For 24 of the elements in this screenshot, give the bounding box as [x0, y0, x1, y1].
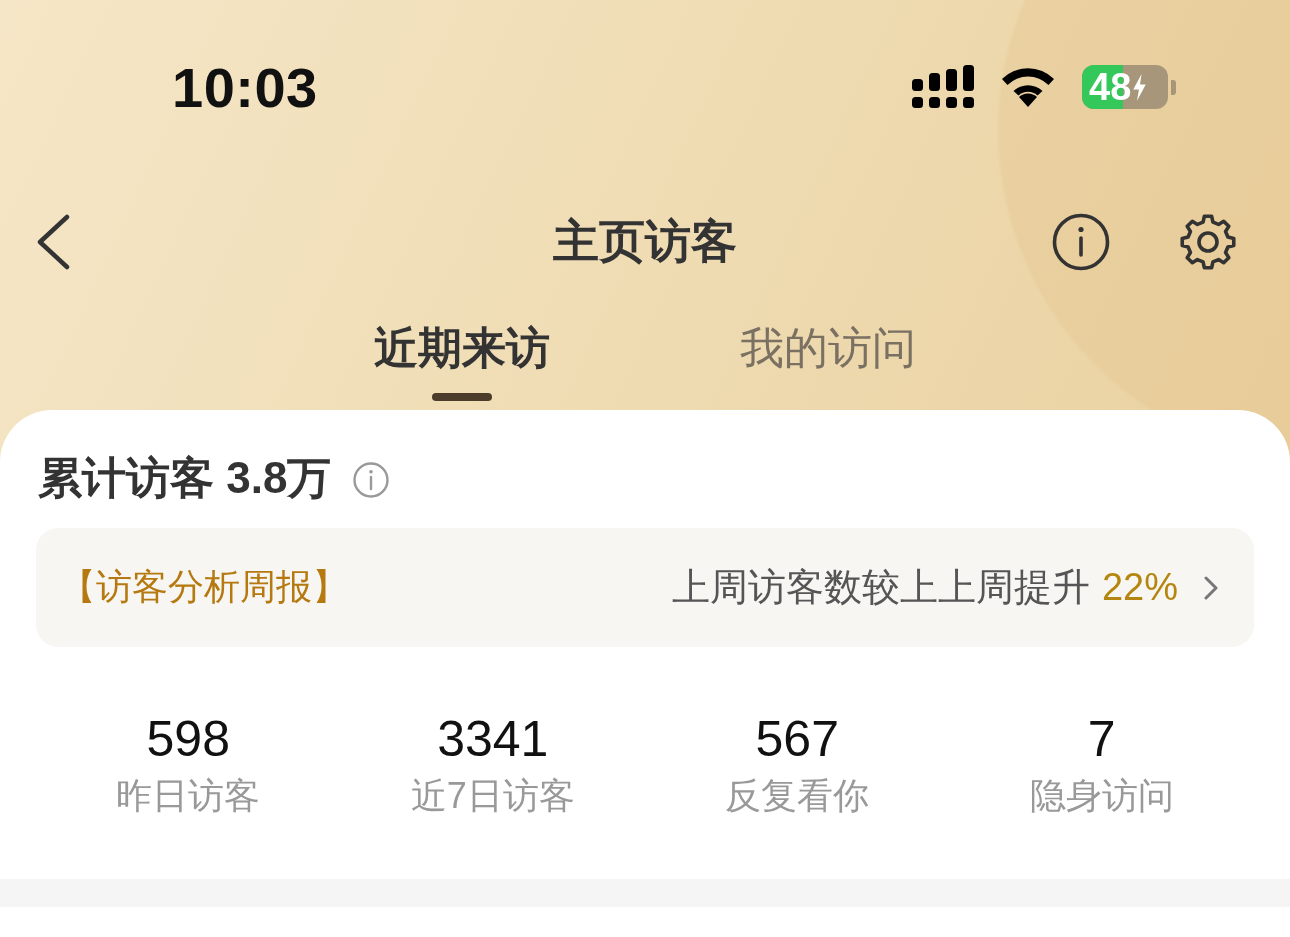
- page-title: 主页访客: [553, 214, 737, 269]
- report-summary: 上周访客数较上上周提升: [671, 565, 1090, 610]
- stat-value: 567: [755, 710, 839, 769]
- stat-label: 近7日访客: [410, 774, 575, 818]
- signal-icon: [912, 65, 976, 109]
- wifi-icon: [1000, 67, 1056, 107]
- tab[interactable]: 近期来访: [374, 310, 550, 410]
- stat-value: 3341: [437, 710, 549, 769]
- total-visitors-text: 累计访客 3.8万: [38, 452, 332, 504]
- back-button[interactable]: [36, 214, 70, 270]
- weekly-report-banner[interactable]: 【访客分析周报】 上周访客数较上上周提升 22%: [36, 528, 1254, 647]
- stat-label: 反复看你: [725, 774, 870, 818]
- stat-value: 7: [1087, 710, 1116, 769]
- report-percent: 22%: [1101, 566, 1178, 609]
- stat-label: 隐身访问: [1029, 774, 1174, 818]
- stat-value: 598: [146, 710, 230, 769]
- tab[interactable]: 我的访问: [740, 310, 916, 410]
- status-time: 10:03: [172, 54, 318, 120]
- stat-label: 昨日访客: [116, 774, 261, 818]
- chevron-left-icon: [36, 214, 70, 270]
- info-icon[interactable]: [1052, 213, 1110, 271]
- report-tag: 【访客分析周报】: [60, 563, 348, 612]
- settings-icon[interactable]: [1178, 212, 1238, 272]
- chevron-right-icon: [1204, 575, 1218, 600]
